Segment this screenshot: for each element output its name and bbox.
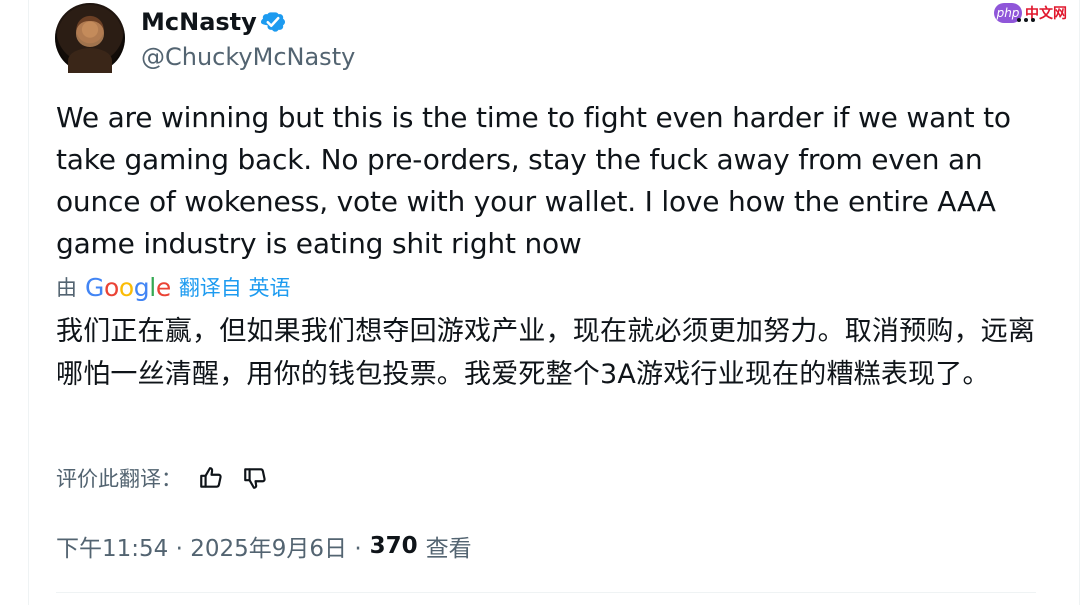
- verified-badge-icon: [260, 12, 286, 32]
- google-logo: Google: [85, 272, 171, 302]
- avatar[interactable]: [55, 3, 125, 73]
- views-label: 查看: [425, 536, 472, 562]
- translation-rating: 评价此翻译：: [56, 460, 270, 496]
- thumbs-up-icon[interactable]: [196, 463, 226, 493]
- translation-source-link[interactable]: 翻译自 英语: [179, 272, 291, 302]
- rate-translation-label: 评价此翻译：: [56, 467, 182, 491]
- thumbs-down-icon[interactable]: [240, 463, 270, 493]
- bottom-divider: [56, 592, 1036, 593]
- tweet-timestamp[interactable]: 下午11:54 · 2025年9月6日 ·: [56, 529, 362, 563]
- translation-attribution: 由 Google 翻译自 英语: [56, 269, 291, 305]
- translated-tweet-text: 我们正在赢，但如果我们想夺回游戏产业，现在就必须更加努力。取消预购，远离哪怕一丝…: [56, 316, 1036, 390]
- left-divider: [28, 0, 29, 605]
- tweet-meta: 下午11:54 · 2025年9月6日 · 370 查看: [56, 527, 472, 565]
- more-icon[interactable]: [1012, 8, 1040, 32]
- views-count: 370: [369, 533, 418, 559]
- tweet-text: We are winning but this is the time to f…: [56, 101, 1011, 260]
- author-handle[interactable]: @ChuckyMcNasty: [141, 41, 355, 73]
- author-display-name[interactable]: McNasty: [141, 6, 257, 38]
- translation-prefix: 由: [56, 276, 77, 300]
